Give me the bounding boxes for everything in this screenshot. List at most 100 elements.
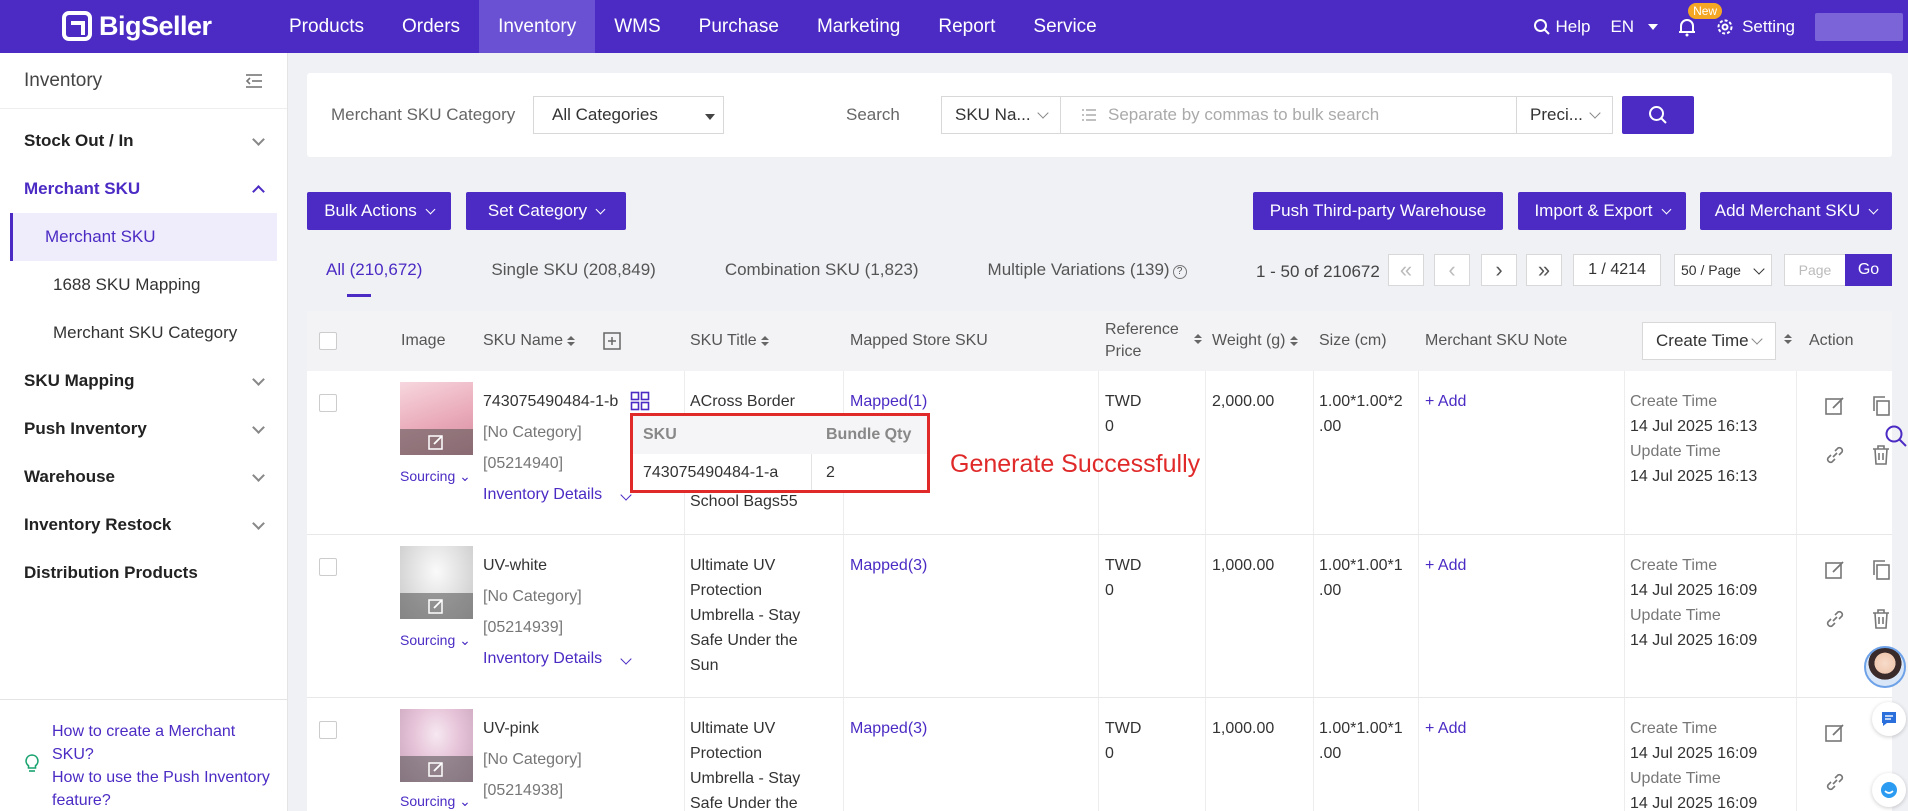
last-page-button[interactable]: » [1526, 254, 1562, 286]
add-note-link[interactable]: + Add [1425, 716, 1466, 741]
edit-icon[interactable] [1824, 559, 1846, 581]
support-avatar[interactable] [1864, 646, 1906, 688]
category-select[interactable]: All Categories [533, 96, 724, 134]
help-link[interactable]: Help [1533, 17, 1590, 37]
sidebar-item-distribution-products[interactable]: Distribution Products [0, 549, 287, 597]
tab-combination-sku[interactable]: Combination SKU (1,823) [706, 252, 919, 292]
sourcing-dropdown[interactable]: Sourcing ⌄ [400, 468, 471, 485]
next-page-button[interactable]: › [1481, 254, 1517, 286]
search-button[interactable] [1622, 96, 1694, 134]
sidebar-subitem-merchant-sku-category[interactable]: Merchant SKU Category [10, 309, 277, 357]
nav-orders[interactable]: Orders [383, 0, 479, 53]
page-size-select[interactable]: 50 / Page [1674, 254, 1772, 286]
header-weight[interactable]: Weight (g) [1212, 311, 1298, 371]
sidebar-item-merchant-sku[interactable]: Merchant SKU [0, 165, 287, 213]
nav-marketing[interactable]: Marketing [798, 0, 919, 53]
sidebar-item-stock-out-in[interactable]: Stock Out / In [0, 117, 287, 165]
sourcing-dropdown[interactable]: Sourcing ⌄ [400, 632, 471, 649]
sidebar-subitem-merchant-sku[interactable]: Merchant SKU [10, 213, 277, 261]
prev-page-button[interactable]: ‹ [1434, 254, 1470, 286]
product-thumbnail[interactable] [400, 709, 473, 782]
feedback-button[interactable] [1872, 702, 1906, 736]
trash-icon[interactable] [1871, 608, 1891, 630]
edit-image-overlay[interactable] [400, 429, 473, 455]
search-field-select[interactable]: SKU Na... [941, 96, 1061, 134]
nav-service[interactable]: Service [1014, 0, 1115, 53]
mapped-store-sku-link[interactable]: Mapped(3) [850, 553, 927, 578]
bundle-col-sku: SKU [643, 426, 677, 443]
sidebar-item-warehouse[interactable]: Warehouse [0, 453, 287, 501]
edit-icon[interactable] [1824, 722, 1846, 744]
nav-products[interactable]: Products [270, 0, 383, 53]
update-time-value: 14 Jul 2025 16:13 [1630, 468, 1758, 485]
user-account[interactable] [1815, 12, 1903, 41]
nav-wms[interactable]: WMS [595, 0, 679, 53]
header-sku-title[interactable]: SKU Title [690, 311, 769, 371]
mapped-store-sku-link[interactable]: Mapped(1) [850, 389, 927, 414]
tab-single-sku[interactable]: Single SKU (208,849) [472, 252, 655, 292]
link-icon[interactable] [1824, 771, 1846, 793]
chevron-left-icon: ‹ [1448, 257, 1456, 282]
tab-multiple-variations[interactable]: Multiple Variations (139)? [969, 252, 1187, 292]
bigseller-logo[interactable]: BigSeller [62, 8, 212, 44]
add-merchant-sku-label: Add Merchant SKU [1714, 201, 1861, 220]
link-icon[interactable] [1824, 608, 1846, 630]
bulk-actions-button[interactable]: Bulk Actions [307, 192, 451, 230]
sidebar-subitem-1688-sku-mapping[interactable]: 1688 SKU Mapping [10, 261, 277, 309]
copy-icon[interactable] [1871, 559, 1891, 581]
help-link-create-merchant-sku[interactable]: How to create a Merchant SKU? [52, 720, 272, 766]
first-page-button[interactable]: « [1388, 254, 1424, 286]
select-all-checkbox[interactable] [319, 332, 337, 350]
product-thumbnail[interactable] [400, 382, 473, 455]
lightbulb-icon [25, 754, 39, 772]
import-export-button[interactable]: Import & Export [1518, 192, 1686, 230]
inventory-details-link[interactable]: Inventory Details [483, 646, 632, 671]
set-category-button[interactable]: Set Category [466, 192, 626, 230]
product-thumbnail[interactable] [400, 546, 473, 619]
sidebar-item-inventory-restock[interactable]: Inventory Restock [0, 501, 287, 549]
nav-inventory[interactable]: Inventory [479, 0, 596, 53]
assistant-button[interactable] [1872, 773, 1906, 807]
go-button[interactable]: Go [1845, 254, 1892, 286]
nav-report[interactable]: Report [919, 0, 1014, 53]
add-box-icon[interactable] [603, 332, 621, 350]
weight: 1,000.00 [1212, 557, 1275, 574]
row-checkbox[interactable] [319, 721, 337, 739]
help-link-push-inventory[interactable]: How to use the Push Inventory feature? [52, 766, 272, 811]
notification-button[interactable]: New [1678, 2, 1723, 37]
page-number-input[interactable]: Page [1784, 254, 1846, 286]
row-checkbox[interactable] [319, 558, 337, 576]
match-mode-select[interactable]: Preci... [1516, 96, 1613, 134]
add-merchant-sku-button[interactable]: Add Merchant SKU [1700, 192, 1892, 230]
search-input[interactable]: Separate by commas to bulk search [1060, 96, 1525, 134]
row-checkbox[interactable] [319, 394, 337, 412]
inventory-details-link[interactable]: Inventory Details [483, 482, 632, 507]
header-reference-price[interactable]: Reference Price [1105, 311, 1179, 371]
question-icon[interactable]: ? [1172, 265, 1187, 279]
sidebar-item-push-inventory[interactable]: Push Inventory [0, 405, 287, 453]
collapse-menu-icon[interactable] [245, 73, 263, 89]
add-note-link[interactable]: + Add [1425, 553, 1466, 578]
link-icon[interactable] [1824, 444, 1846, 466]
edit-icon[interactable] [1824, 395, 1846, 417]
sourcing-dropdown[interactable]: Sourcing ⌄ [400, 793, 471, 810]
search-icon[interactable] [1884, 424, 1908, 448]
header-sku-name[interactable]: SKU Name [483, 311, 621, 371]
sku-title-line: Safe Under the [690, 632, 798, 649]
create-time-select[interactable]: Create Time [1642, 322, 1776, 360]
setting-link[interactable]: Setting [1716, 17, 1795, 37]
add-note-link[interactable]: + Add [1425, 389, 1466, 414]
mapped-store-sku-link[interactable]: Mapped(3) [850, 716, 927, 741]
nav-purchase[interactable]: Purchase [680, 0, 798, 53]
edit-image-overlay[interactable] [400, 756, 473, 782]
copy-icon[interactable] [1871, 395, 1891, 417]
language-select[interactable]: EN [1610, 17, 1659, 37]
reference-price: 0 [1105, 418, 1114, 435]
bundle-grid-icon[interactable] [630, 391, 650, 411]
page-indicator[interactable]: 1 / 4214 [1573, 254, 1661, 286]
edit-image-overlay[interactable] [400, 593, 473, 619]
sku-title-line: Umbrella - Stay [690, 607, 801, 624]
push-third-party-warehouse-button[interactable]: Push Third-party Warehouse [1253, 192, 1503, 230]
sidebar-item-sku-mapping[interactable]: SKU Mapping [0, 357, 287, 405]
tab-all[interactable]: All (210,672) [307, 252, 422, 297]
